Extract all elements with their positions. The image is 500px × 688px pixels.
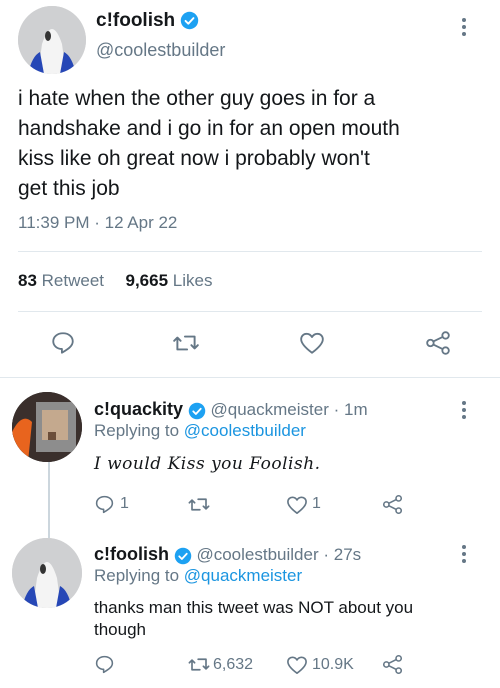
retweet-icon[interactable]	[172, 330, 200, 356]
reply-time[interactable]: · 27s	[323, 545, 361, 564]
retweet-count: 6,632	[213, 656, 254, 673]
tweet-timestamp[interactable]: 11:39 PM · 12 Apr 22	[18, 213, 177, 233]
likes-label[interactable]: Likes	[173, 271, 213, 290]
reply-text: thanks man this tweet was NOT about you …	[94, 597, 489, 641]
replying-to-link[interactable]: @coolestbuilder	[184, 421, 306, 440]
more-icon[interactable]	[461, 545, 467, 566]
divider	[18, 251, 482, 252]
tweet-text-line: handshake and i go in for an open mouth	[18, 117, 400, 140]
likes-count[interactable]: 9,665	[126, 271, 169, 290]
avatar-image	[18, 6, 86, 74]
share-icon[interactable]	[382, 654, 403, 675]
display-name-row: c!foolish	[96, 10, 199, 32]
avatar[interactable]	[18, 6, 86, 74]
verified-badge-icon	[188, 402, 206, 419]
reply-time[interactable]: · 1m	[334, 400, 368, 419]
heart-icon[interactable]	[286, 495, 308, 515]
verified-badge-icon	[181, 12, 199, 30]
reply-count: 1	[120, 495, 129, 512]
display-name[interactable]: c!quackity	[94, 399, 183, 419]
replying-to-label: Replying to	[94, 421, 180, 440]
reply-icon[interactable]	[50, 330, 76, 356]
reply-header: c!quackity @quackmeister · 1m	[94, 399, 368, 420]
heart-icon[interactable]	[299, 331, 325, 355]
reply-icon[interactable]	[94, 494, 115, 515]
tweet-text: i hate when the other guy goes in for a …	[18, 84, 488, 204]
tweet-text-line: get this job	[18, 177, 120, 200]
engagement-stats: 83 Retweet 9,665 Likes	[18, 271, 212, 291]
handle[interactable]: @quackmeister	[211, 400, 329, 419]
divider	[18, 311, 482, 312]
reply-text: I would Kiss you Foolish.	[94, 454, 321, 474]
avatar-image	[12, 392, 82, 462]
replying-to-label: Replying to	[94, 566, 180, 585]
retweet-icon[interactable]	[187, 654, 211, 675]
tweet-text-line: i hate when the other guy goes in for a	[18, 87, 376, 110]
reply-text-line: thanks man this tweet was NOT about you	[94, 598, 414, 617]
verified-badge-icon	[174, 547, 191, 564]
replying-to: Replying to @quackmeister	[94, 566, 302, 586]
handle[interactable]: @coolestbuilder	[96, 40, 225, 61]
share-icon[interactable]	[382, 494, 403, 515]
avatar[interactable]	[12, 392, 82, 462]
replying-to: Replying to @coolestbuilder	[94, 421, 306, 441]
tweet-text-line: kiss like oh great now i probably won't	[18, 147, 370, 170]
like-count: 1	[312, 495, 321, 512]
avatar[interactable]	[12, 538, 82, 608]
reply-icon[interactable]	[94, 654, 115, 675]
divider	[0, 377, 500, 378]
retweet-label[interactable]: Retweet	[42, 271, 104, 290]
display-name[interactable]: c!foolish	[94, 544, 169, 564]
avatar-image	[12, 538, 82, 608]
thread-line	[48, 462, 50, 538]
reply-text-line: though	[94, 620, 146, 639]
like-count: 10.9K	[312, 656, 354, 673]
more-icon[interactable]	[461, 18, 467, 39]
reply-header: c!foolish @coolestbuilder · 27s	[94, 544, 361, 565]
retweet-count[interactable]: 83	[18, 271, 37, 290]
handle[interactable]: @coolestbuilder	[196, 545, 318, 564]
display-name[interactable]: c!foolish	[96, 10, 175, 31]
replying-to-link[interactable]: @quackmeister	[184, 566, 302, 585]
share-icon[interactable]	[425, 330, 451, 356]
more-icon[interactable]	[461, 401, 467, 422]
retweet-icon[interactable]	[187, 494, 211, 515]
heart-icon[interactable]	[286, 655, 308, 675]
